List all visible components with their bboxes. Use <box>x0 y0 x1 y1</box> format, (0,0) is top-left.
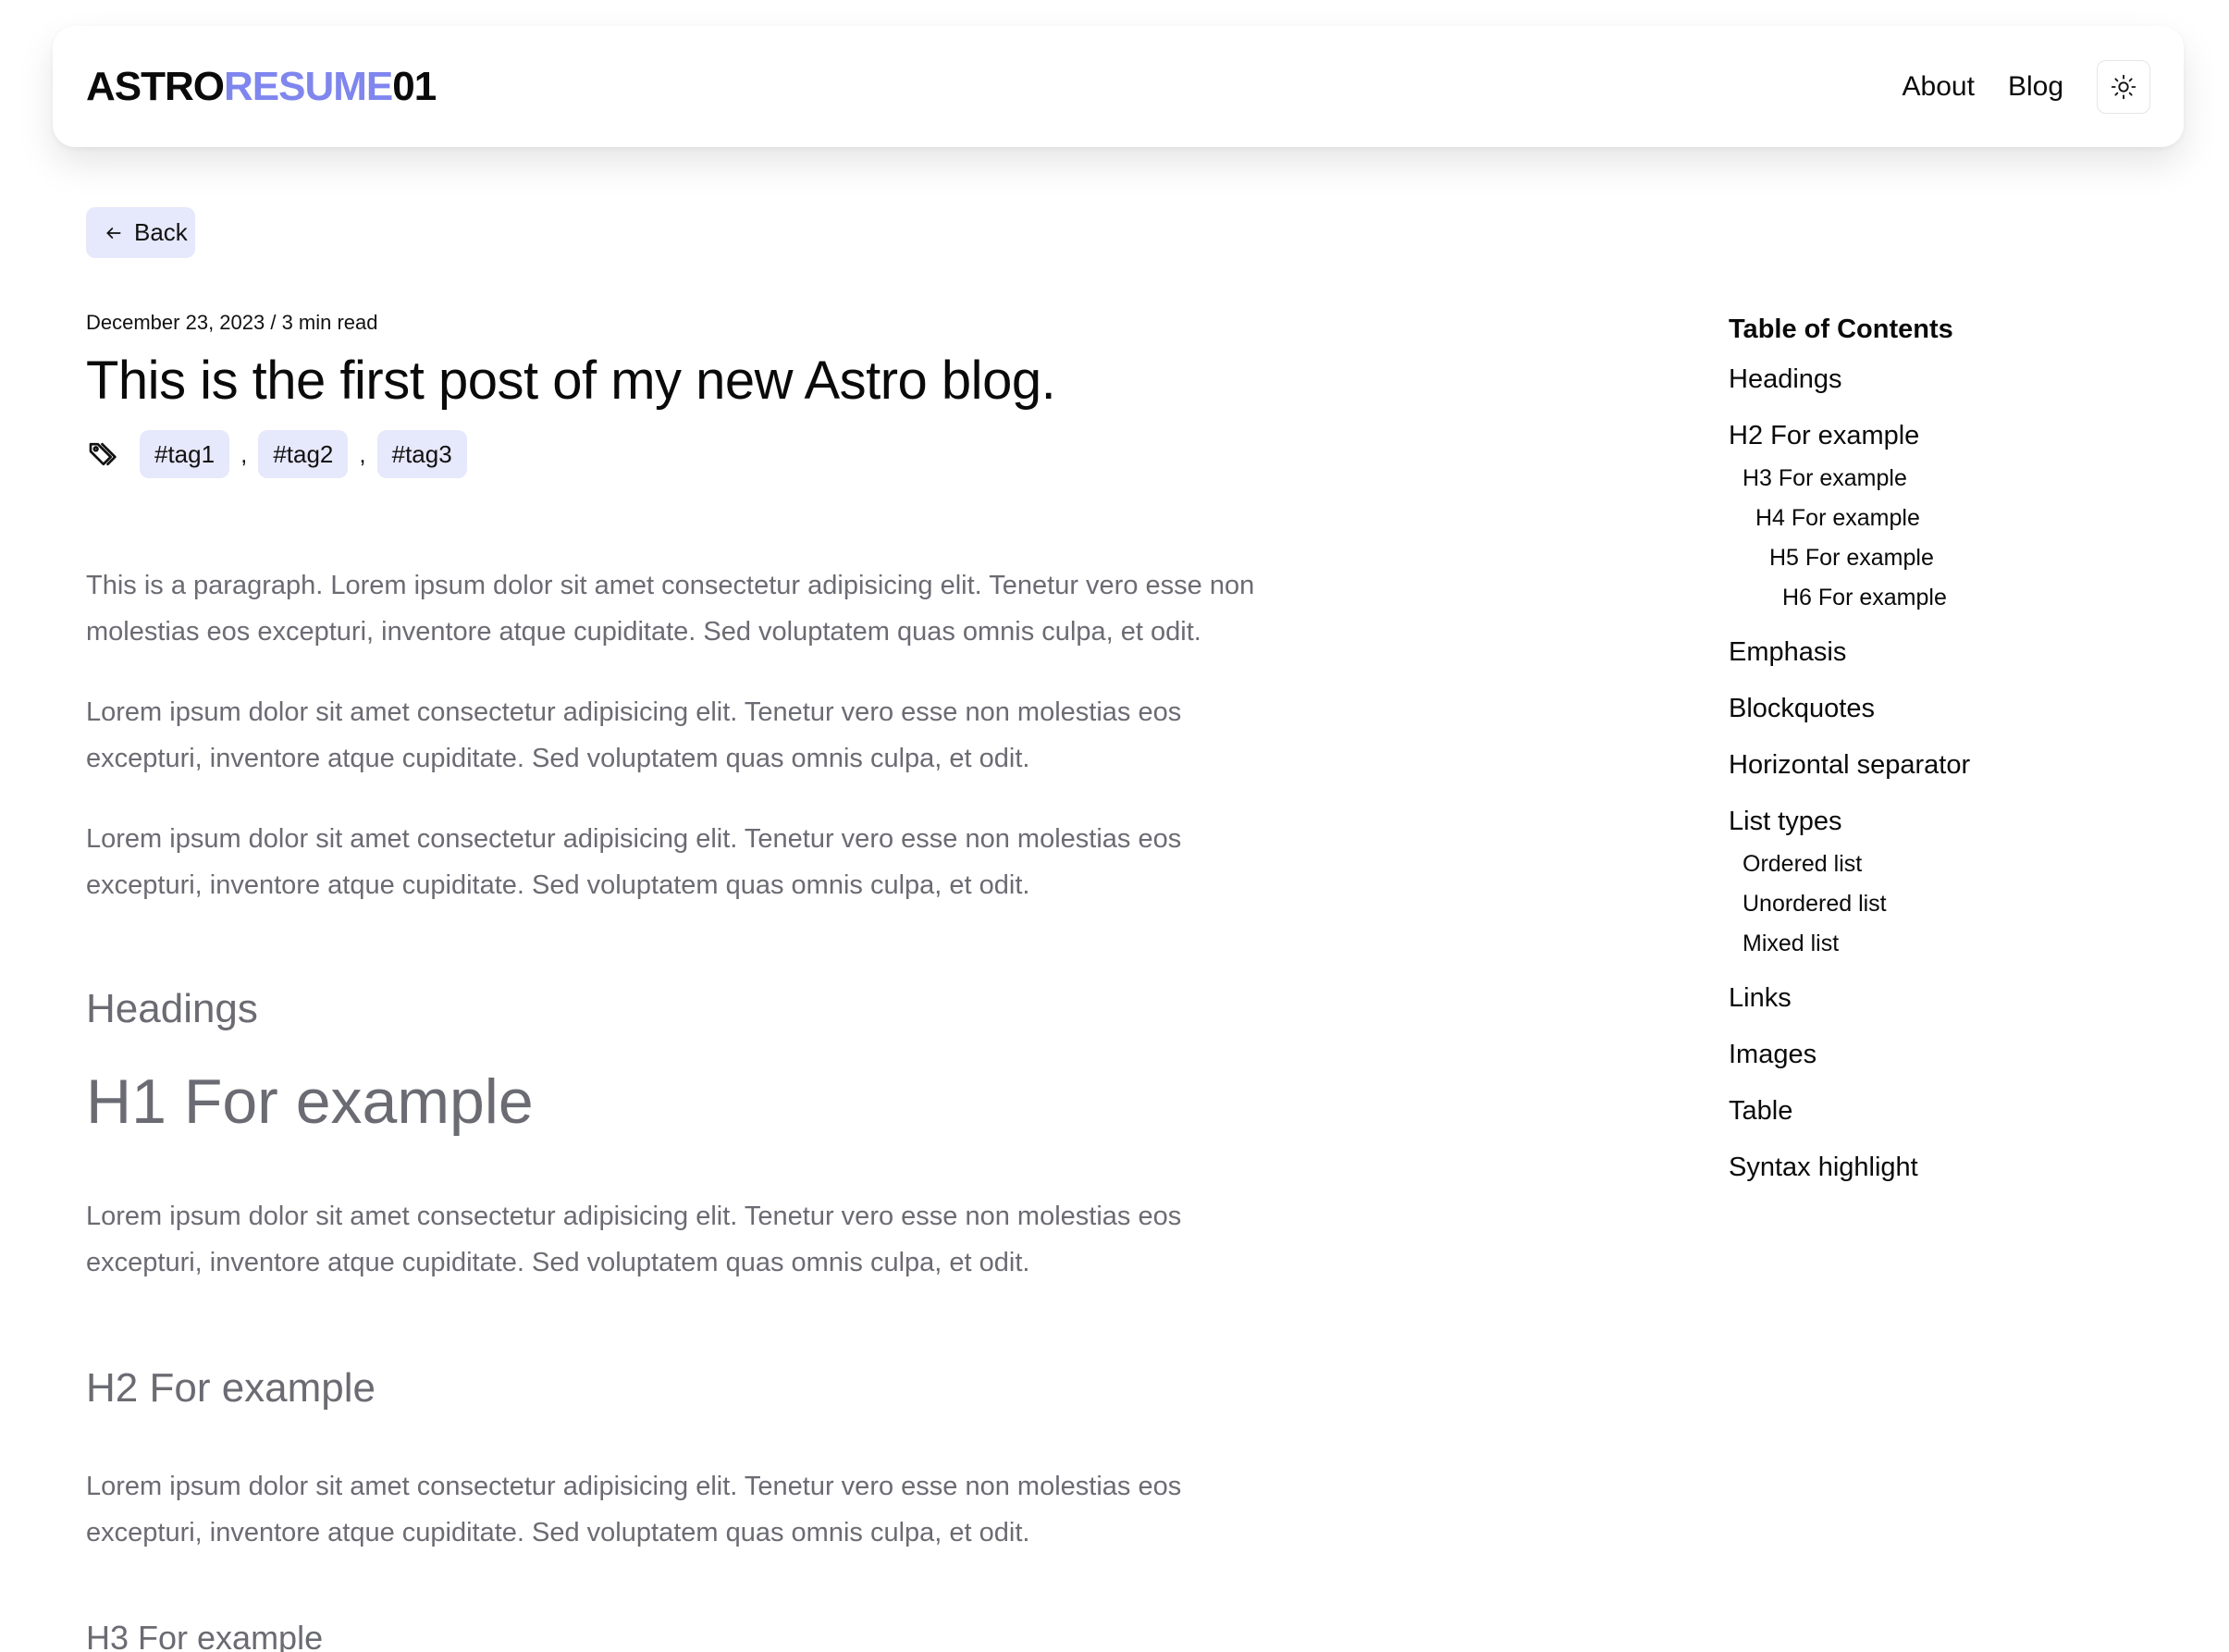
tag-separator: , <box>359 439 366 468</box>
toc-link-table[interactable]: Table <box>1729 1097 2173 1125</box>
paragraph: Lorem ipsum dolor sit amet consectetur a… <box>86 1202 1182 1277</box>
back-button-label: Back <box>134 218 188 246</box>
nav-link-blog[interactable]: Blog <box>2008 71 2063 103</box>
site-logo[interactable]: ASTRORESUME01 <box>86 63 437 110</box>
h2-example-heading: H2 For example <box>86 1365 376 1411</box>
post-title: This is the first post of my new Astro b… <box>86 351 1056 411</box>
toc-link-blockquotes[interactable]: Blockquotes <box>1729 695 2173 722</box>
post-meta: December 23, 2023 / 3 min read <box>86 311 378 334</box>
site-header: ASTRORESUME01 About Blog <box>53 26 2184 147</box>
toc-title: Table of Contents <box>1729 314 1953 344</box>
tag-separator: , <box>240 439 248 468</box>
toc-link-headings[interactable]: Headings <box>1729 365 2173 393</box>
tag-chip[interactable]: #tag1 <box>140 430 230 478</box>
h3-example-heading: H3 For example <box>86 1619 324 1652</box>
toc-link-syntax-highlight[interactable]: Syntax highlight <box>1729 1153 2173 1181</box>
tag-list: #tag1 , #tag2 , #tag3 <box>86 430 467 478</box>
toc-link-images[interactable]: Images <box>1729 1041 2173 1068</box>
paragraph: Lorem ipsum dolor sit amet consectetur a… <box>86 824 1182 900</box>
tags-icon <box>89 442 117 466</box>
theme-toggle-button[interactable] <box>2097 59 2150 114</box>
toc-link-ordered-list[interactable]: Ordered list <box>1729 852 2173 877</box>
toc-link-h5[interactable]: H5 For example <box>1729 546 2173 571</box>
tag-chip[interactable]: #tag3 <box>376 430 467 478</box>
toc-link-links[interactable]: Links <box>1729 984 2173 1012</box>
toc-link-list-types[interactable]: List types <box>1729 808 2173 835</box>
toc-link-h2[interactable]: H2 For example <box>1729 422 2173 450</box>
post-content: This is a paragraph. Lorem ipsum dolor s… <box>86 562 1288 1652</box>
arrow-left-icon <box>106 227 121 239</box>
section-heading-headings: Headings <box>86 986 258 1031</box>
toc-link-h3[interactable]: H3 For example <box>1729 466 2173 491</box>
nav-link-about[interactable]: About <box>1903 71 1975 103</box>
paragraph: Lorem ipsum dolor sit amet consectetur a… <box>86 1472 1182 1547</box>
toc-link-emphasis[interactable]: Emphasis <box>1729 638 2173 666</box>
page: ASTRORESUME01 About Blog Back December 2… <box>0 0 2229 1652</box>
main-nav: About Blog <box>1903 59 2150 114</box>
toc-link-mixed-list[interactable]: Mixed list <box>1729 931 2173 956</box>
back-button[interactable]: Back <box>86 207 195 258</box>
logo-part-resume: RESUME <box>224 63 393 109</box>
paragraph: This is a paragraph. Lorem ipsum dolor s… <box>86 571 1255 647</box>
tag-chip[interactable]: #tag2 <box>258 430 349 478</box>
logo-part-number: 01 <box>392 63 437 109</box>
toc-link-h6[interactable]: H6 For example <box>1729 586 2173 610</box>
h1-example-heading: H1 For example <box>86 1066 534 1137</box>
table-of-contents: Table of Contents Headings H2 For exampl… <box>1729 314 2173 1210</box>
toc-link-unordered-list[interactable]: Unordered list <box>1729 892 2173 917</box>
toc-link-h4[interactable]: H4 For example <box>1729 506 2173 531</box>
toc-link-horizontal-separator[interactable]: Horizontal separator <box>1729 751 2173 779</box>
logo-part-astro: ASTRO <box>86 63 225 109</box>
paragraph: Lorem ipsum dolor sit amet consectetur a… <box>86 697 1182 773</box>
sun-icon <box>2111 74 2137 99</box>
